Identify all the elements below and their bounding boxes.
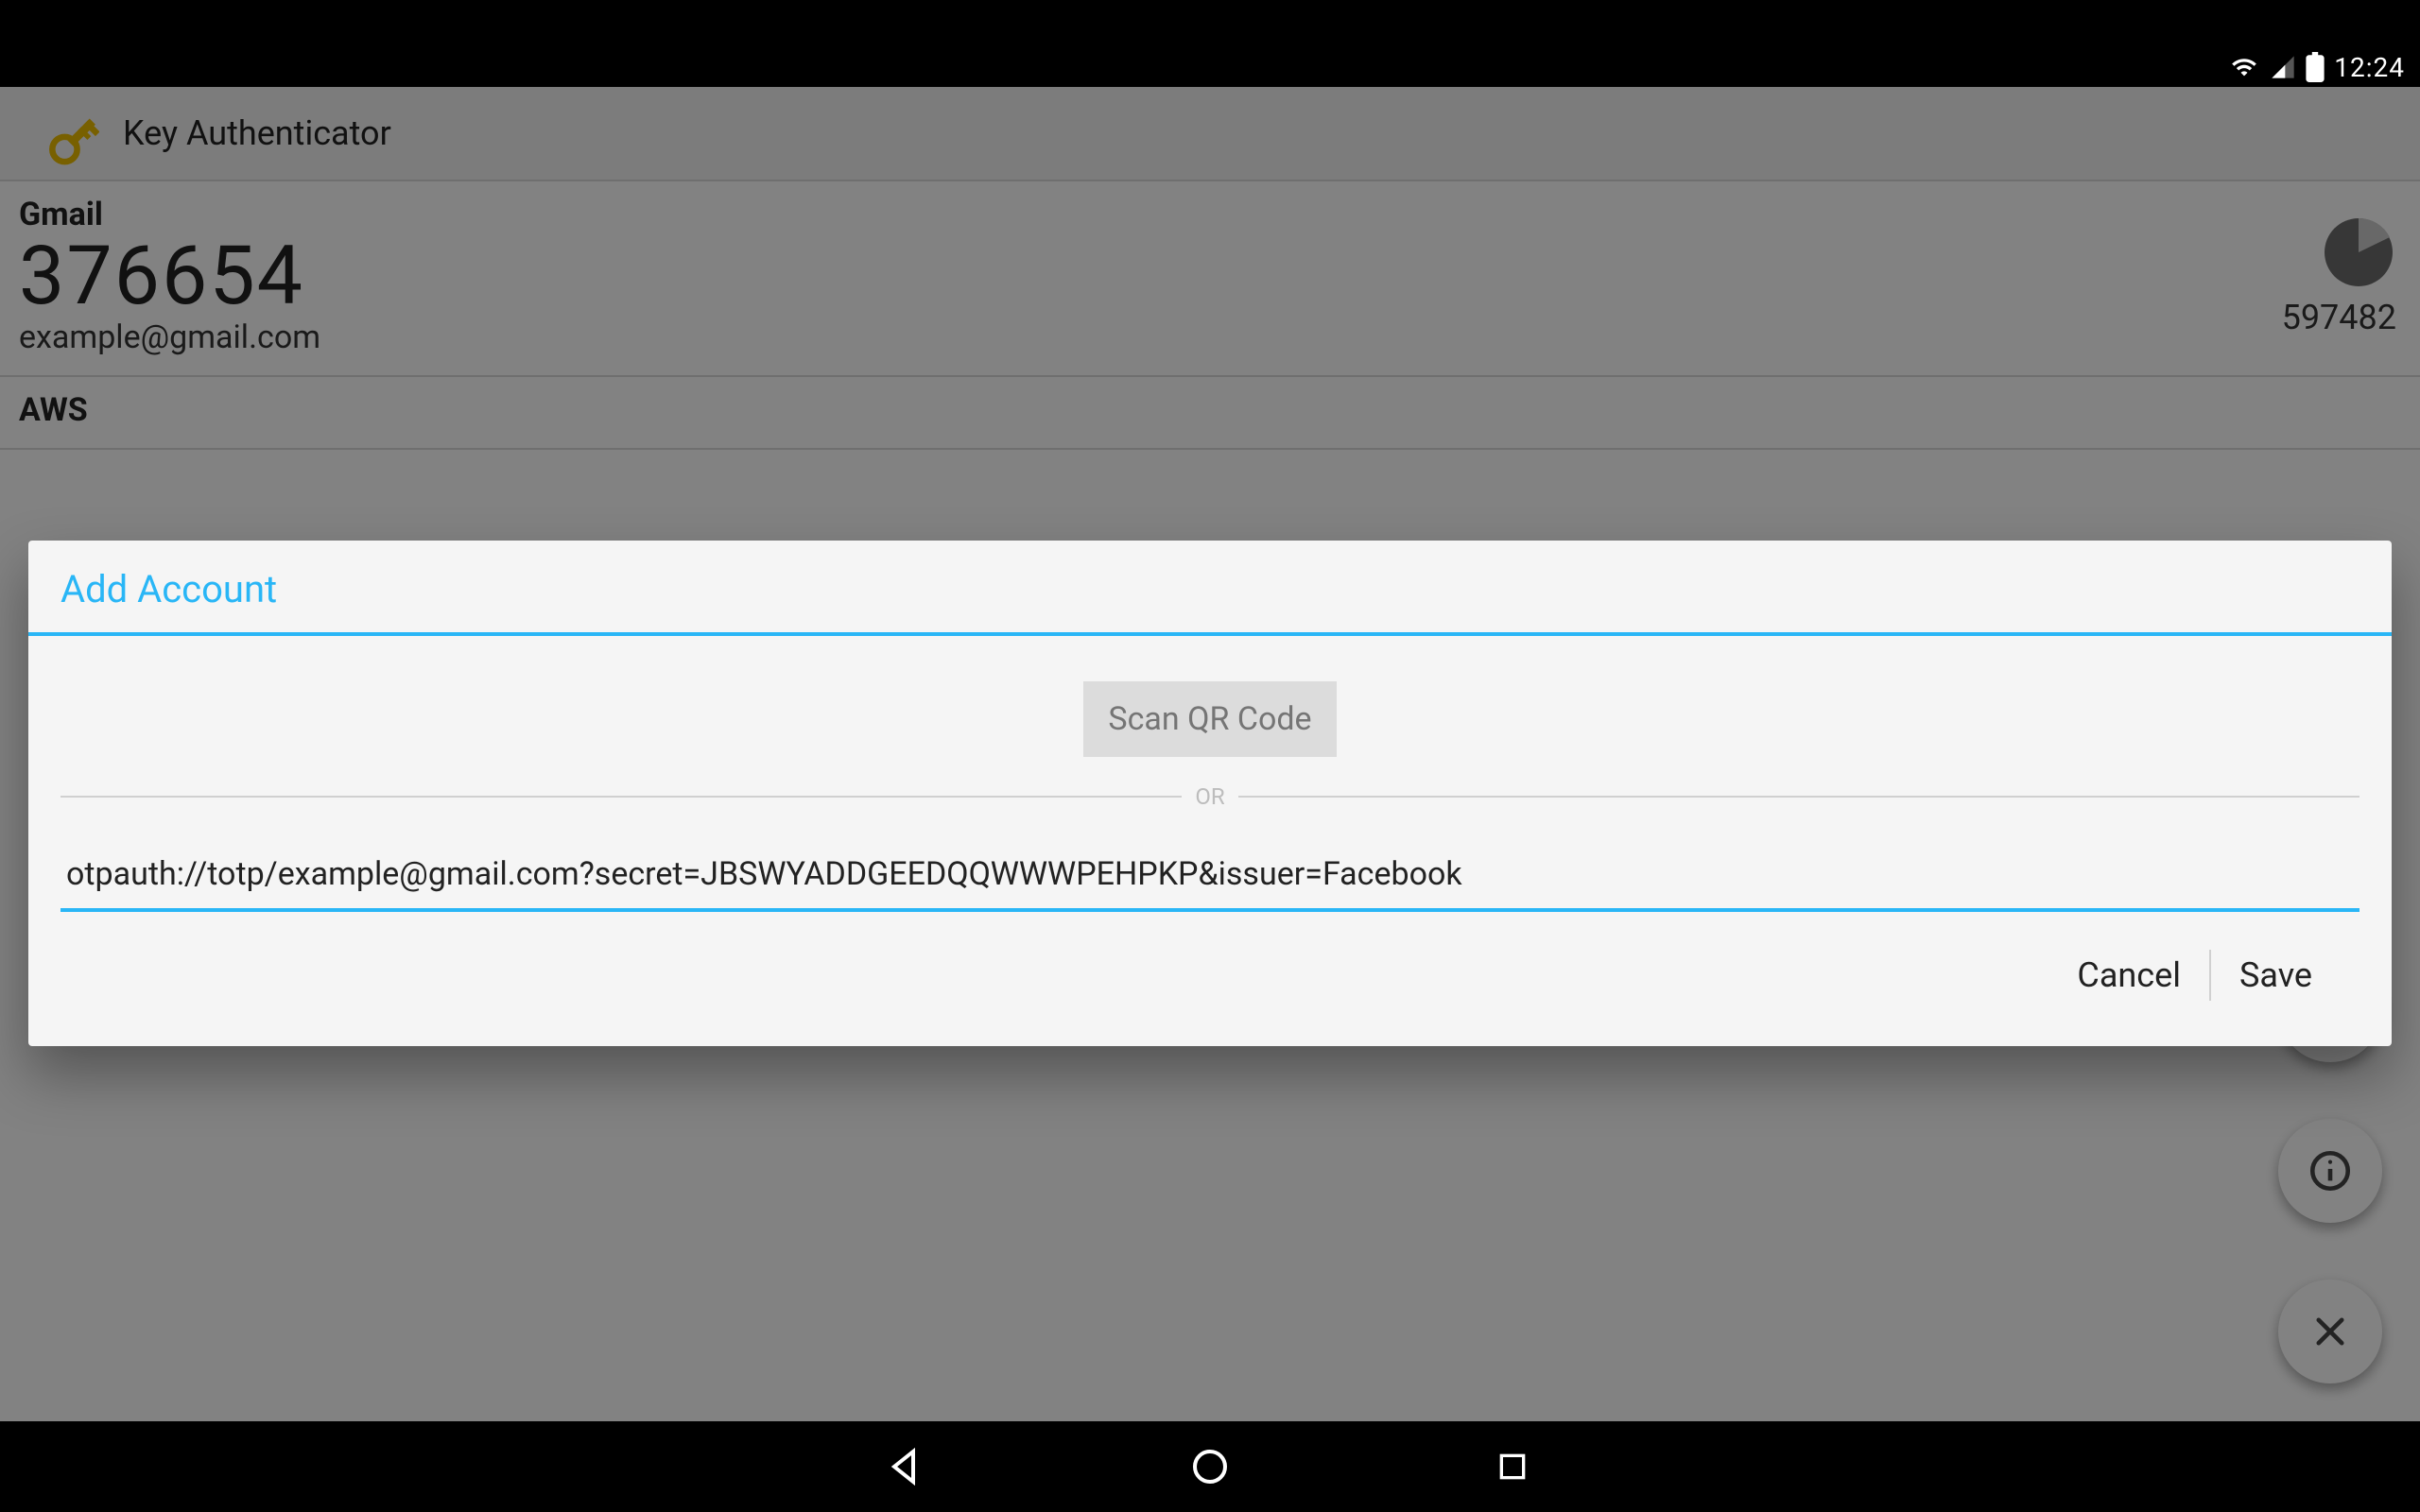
or-label: OR xyxy=(1195,783,1224,810)
navigation-bar xyxy=(0,1421,2420,1512)
add-account-dialog: Add Account Scan QR Code OR Cancel Save xyxy=(28,541,2392,1046)
letterbox-top xyxy=(0,0,2420,47)
or-divider: OR xyxy=(60,783,2360,810)
action-divider xyxy=(2209,950,2211,1001)
status-time: 12:24 xyxy=(2334,52,2405,83)
dialog-title: Add Account xyxy=(28,541,2392,632)
scan-qr-button[interactable]: Scan QR Code xyxy=(1083,681,1336,757)
battery-charging-icon xyxy=(2306,52,2325,82)
home-button[interactable] xyxy=(1182,1438,1238,1495)
save-button[interactable]: Save xyxy=(2215,950,2337,1001)
wifi-icon xyxy=(2228,54,2260,80)
back-button[interactable] xyxy=(879,1438,936,1495)
recent-apps-button[interactable] xyxy=(1484,1438,1541,1495)
app-content: Key Authenticator Gmail 376654 example@g… xyxy=(0,87,2420,1421)
cancel-button[interactable]: Cancel xyxy=(2052,950,2205,1001)
status-bar: 12:24 xyxy=(0,47,2420,87)
cell-signal-icon xyxy=(2270,54,2296,80)
otpauth-uri-input[interactable] xyxy=(60,844,2360,912)
